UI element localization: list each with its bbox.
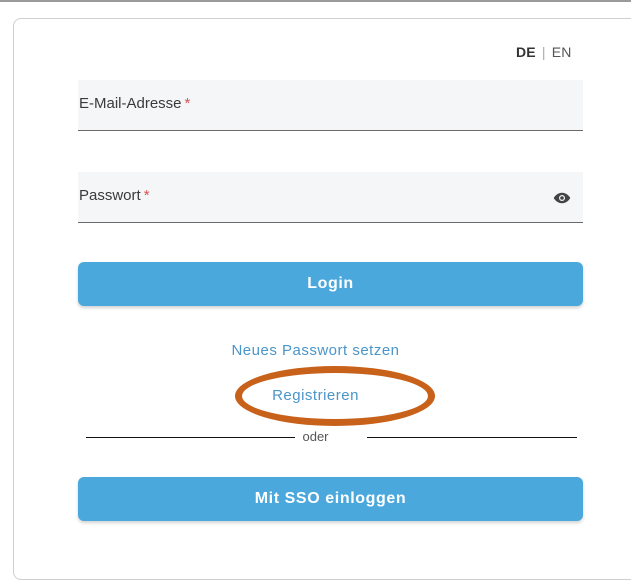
language-switch: DE | EN bbox=[516, 44, 572, 60]
password-field[interactable]: Passwort * bbox=[78, 172, 587, 224]
sso-login-button[interactable]: Mit SSO einloggen bbox=[78, 477, 583, 521]
language-separator: | bbox=[541, 44, 546, 60]
top-border bbox=[0, 0, 631, 2]
email-input[interactable] bbox=[78, 80, 587, 132]
register-link[interactable]: Registrieren bbox=[0, 387, 631, 404]
language-en[interactable]: EN bbox=[552, 44, 572, 60]
language-de[interactable]: DE bbox=[516, 44, 536, 60]
login-button[interactable]: Login bbox=[78, 262, 583, 306]
divider-right bbox=[367, 437, 577, 438]
email-field[interactable]: E-Mail-Adresse * bbox=[78, 80, 587, 132]
reset-password-link[interactable]: Neues Passwort setzen bbox=[0, 342, 631, 359]
eye-icon[interactable] bbox=[553, 189, 571, 207]
password-input[interactable] bbox=[78, 172, 587, 224]
